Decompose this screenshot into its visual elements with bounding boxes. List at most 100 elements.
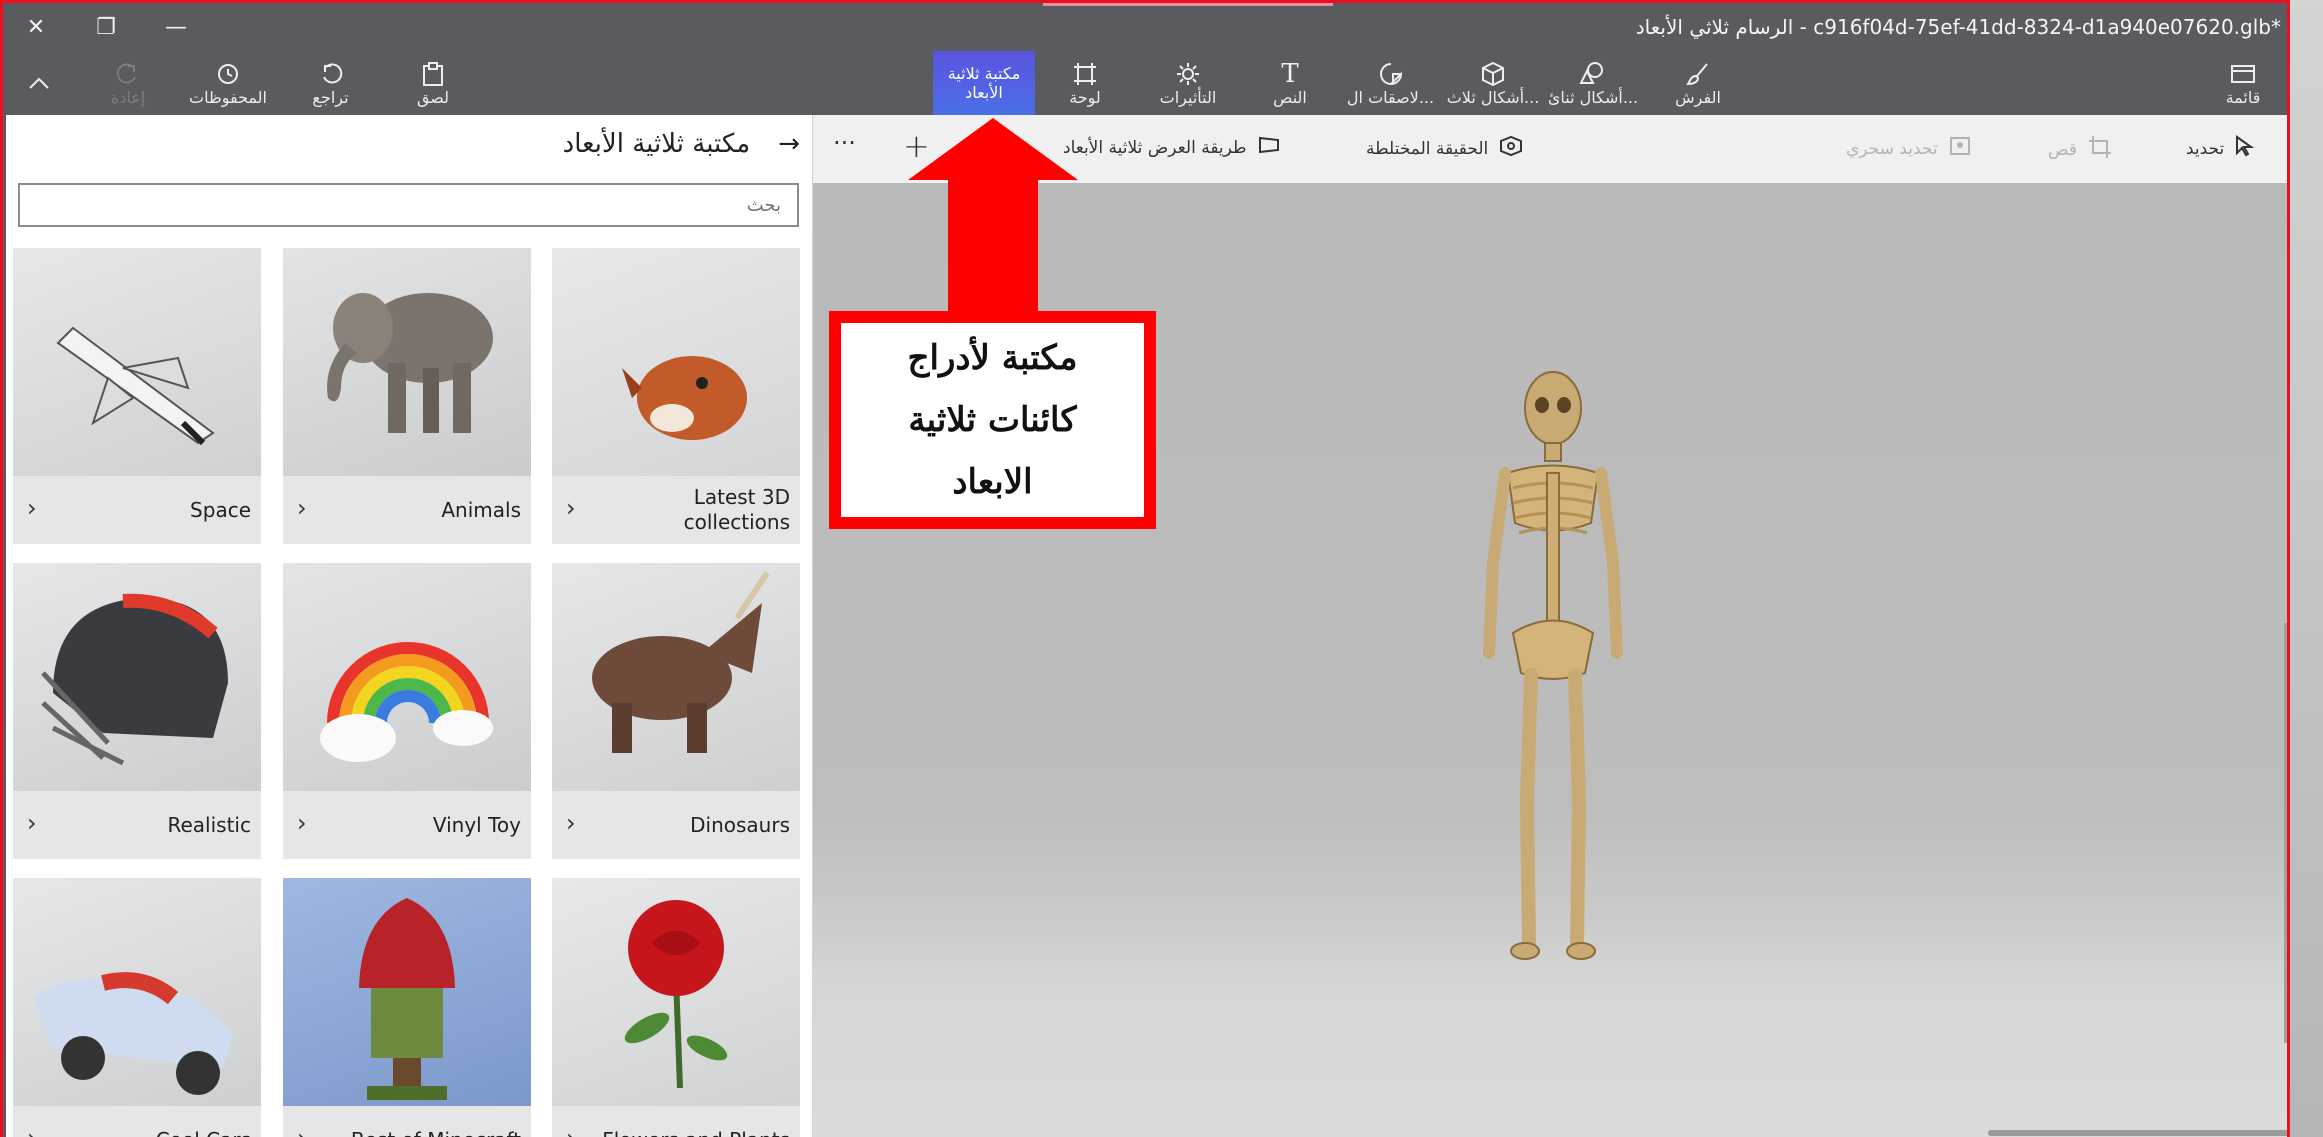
- tile-realistic[interactable]: › Realistic: [13, 563, 261, 859]
- rainbow-image: [283, 563, 531, 791]
- desktop-background: [2290, 0, 2323, 1137]
- canvas-icon: [1072, 59, 1098, 89]
- undo-button[interactable]: تراجع: [293, 51, 368, 115]
- annotation-line-2: كائنات ثلاثية: [908, 400, 1077, 440]
- tile-flowers-and-plants[interactable]: › Flowers and Plants: [552, 878, 800, 1137]
- redo-label: إعادة: [110, 88, 146, 107]
- chevron-right-icon: ›: [27, 809, 37, 837]
- undo-label: تراجع: [312, 88, 349, 107]
- tile-name: Dinosaurs: [690, 812, 790, 837]
- annotation-text: مكتبة لأدراج كائنات ثلاثية الابعاد: [908, 327, 1078, 513]
- ribbon: إعادة المحفوظات تراجع لصق مكتبة ثلاثية ا…: [3, 51, 2287, 115]
- menu-button[interactable]: قائمة: [2208, 51, 2278, 115]
- accent-line: [1043, 3, 1333, 6]
- tile-name: Best of Minecraft: [351, 1106, 521, 1137]
- tile-best-of-minecraft[interactable]: › Best of Minecraft: [283, 878, 531, 1137]
- tile-dinosaurs[interactable]: › Dinosaurs: [552, 563, 800, 859]
- tile-space[interactable]: › Space: [13, 248, 261, 544]
- chevron-right-icon: ›: [27, 494, 37, 522]
- menu-label: قائمة: [2225, 88, 2261, 107]
- view-3d-button[interactable]: طريقة العرض ثلاثية الأبعاد: [1063, 135, 1281, 160]
- crop-button[interactable]: قص: [2048, 135, 2113, 164]
- chevron-right-icon: ›: [566, 809, 576, 837]
- select-button[interactable]: تحديد: [2186, 135, 2255, 162]
- magic-select-button[interactable]: تحديد سحري: [1846, 135, 1972, 162]
- back-arrow-icon[interactable]: →: [778, 129, 800, 159]
- tab-2d-shapes-label: أشكال ثنائ...: [1547, 88, 1639, 107]
- tile-vinyl-toy[interactable]: › Vinyl Toy: [283, 563, 531, 859]
- tile-caption: › Realistic: [13, 791, 261, 859]
- search-input[interactable]: [18, 183, 799, 227]
- tab-3d-library-label-line2: الأبعاد: [965, 83, 1003, 102]
- undo-icon: [318, 59, 344, 89]
- history-button[interactable]: المحفوظات: [178, 51, 278, 115]
- tab-3d-shapes[interactable]: أشكال ثلاث...: [1447, 51, 1539, 115]
- text-icon: T: [1281, 59, 1299, 89]
- tile-latest-3d-collections[interactable]: › Latest 3D collections: [552, 248, 800, 544]
- crop-label: قص: [2048, 139, 2077, 160]
- paste-label: لصق: [416, 88, 450, 107]
- tab-canvas[interactable]: لوحة: [1055, 51, 1115, 115]
- mixed-reality-label: الحقيقة المختلطة: [1366, 138, 1489, 159]
- window-title: الرسام ثلاثي الأبعاد - c916f04d-75ef-41d…: [1635, 15, 2281, 39]
- horizontal-scrollbar[interactable]: [1988, 1130, 2287, 1136]
- redo-button[interactable]: إعادة: [93, 51, 163, 115]
- tab-stickers[interactable]: لاصقات ال...: [1343, 51, 1438, 115]
- tile-name: Realistic: [167, 812, 252, 837]
- mixed-reality-button[interactable]: الحقيقة المختلطة: [1366, 135, 1524, 162]
- collapse-ribbon-button[interactable]: [11, 51, 67, 115]
- chevron-right-icon: ›: [297, 1124, 307, 1137]
- redo-icon: [115, 59, 141, 89]
- chevron-right-icon: ›: [297, 494, 307, 522]
- helmet-image: [13, 563, 261, 791]
- space-shuttle-image: [13, 248, 261, 476]
- folder-icon: [2230, 59, 2256, 89]
- minimize-button[interactable]: —: [151, 9, 201, 45]
- restore-button[interactable]: ❐: [81, 9, 131, 45]
- magic-select-label: تحديد سحري: [1846, 138, 1938, 159]
- tab-2d-shapes[interactable]: أشكال ثنائ...: [1548, 51, 1638, 115]
- annotation-arrow-icon: [908, 118, 1078, 313]
- tab-brushes-label: الفرش: [1675, 88, 1721, 107]
- tab-text[interactable]: T النص: [1260, 51, 1320, 115]
- tile-name: Animals: [441, 497, 521, 522]
- crop-icon: [2087, 135, 2113, 164]
- annotation-line-1: مكتبة لأدراج: [907, 338, 1078, 378]
- tab-3d-library-label-line1: مكتبة ثلاثية: [947, 64, 1021, 83]
- tile-animals[interactable]: › Animals: [283, 248, 531, 544]
- skeleton-model[interactable]: [1463, 363, 1643, 963]
- select-label: تحديد: [2186, 138, 2225, 159]
- tab-stickers-label: لاصقات ال...: [1346, 88, 1435, 107]
- annotation-callout: مكتبة لأدراج كائنات ثلاثية الابعاد: [829, 311, 1156, 529]
- tab-3d-library[interactable]: مكتبة ثلاثية الأبعاد: [933, 51, 1035, 115]
- tile-name: Cool Cars: [156, 1106, 251, 1137]
- tab-text-label: النص: [1273, 88, 1307, 107]
- cube-icon: [1480, 59, 1506, 89]
- tile-caption: › Latest 3D collections: [552, 476, 800, 544]
- sticker-icon: [1378, 59, 1404, 89]
- view-3d-label: طريقة العرض ثلاثية الأبعاد: [1063, 137, 1247, 158]
- vertical-scrollbar[interactable]: [2284, 623, 2287, 1043]
- tile-name: Latest 3D collections: [683, 485, 790, 534]
- mixed-reality-icon: [1498, 135, 1524, 162]
- tab-effects[interactable]: التأثيرات: [1148, 51, 1228, 115]
- panel-header: مكتبة ثلاثية الأبعاد →: [563, 129, 800, 159]
- tab-brushes[interactable]: الفرش: [1663, 51, 1733, 115]
- more-options-button[interactable]: ···: [833, 129, 856, 157]
- shapes-2d-icon: [1579, 59, 1607, 89]
- view-3d-icon: [1257, 135, 1281, 160]
- history-icon: [215, 59, 241, 89]
- annotation-line-3: الابعاد: [952, 462, 1033, 502]
- brush-icon: [1685, 59, 1711, 89]
- chevron-right-icon: ›: [566, 494, 576, 522]
- paste-button[interactable]: لصق: [398, 51, 468, 115]
- magic-select-icon: [1948, 135, 1972, 162]
- fish-image: [552, 248, 800, 476]
- tile-caption: › Animals: [283, 476, 531, 544]
- chevron-right-icon: ›: [27, 1124, 37, 1137]
- tile-caption: › Space: [13, 476, 261, 544]
- tile-cool-cars[interactable]: › Cool Cars: [13, 878, 261, 1137]
- tile-caption: › Flowers and Plants: [552, 1106, 800, 1137]
- close-button[interactable]: ✕: [11, 9, 61, 45]
- chevron-right-icon: ›: [297, 809, 307, 837]
